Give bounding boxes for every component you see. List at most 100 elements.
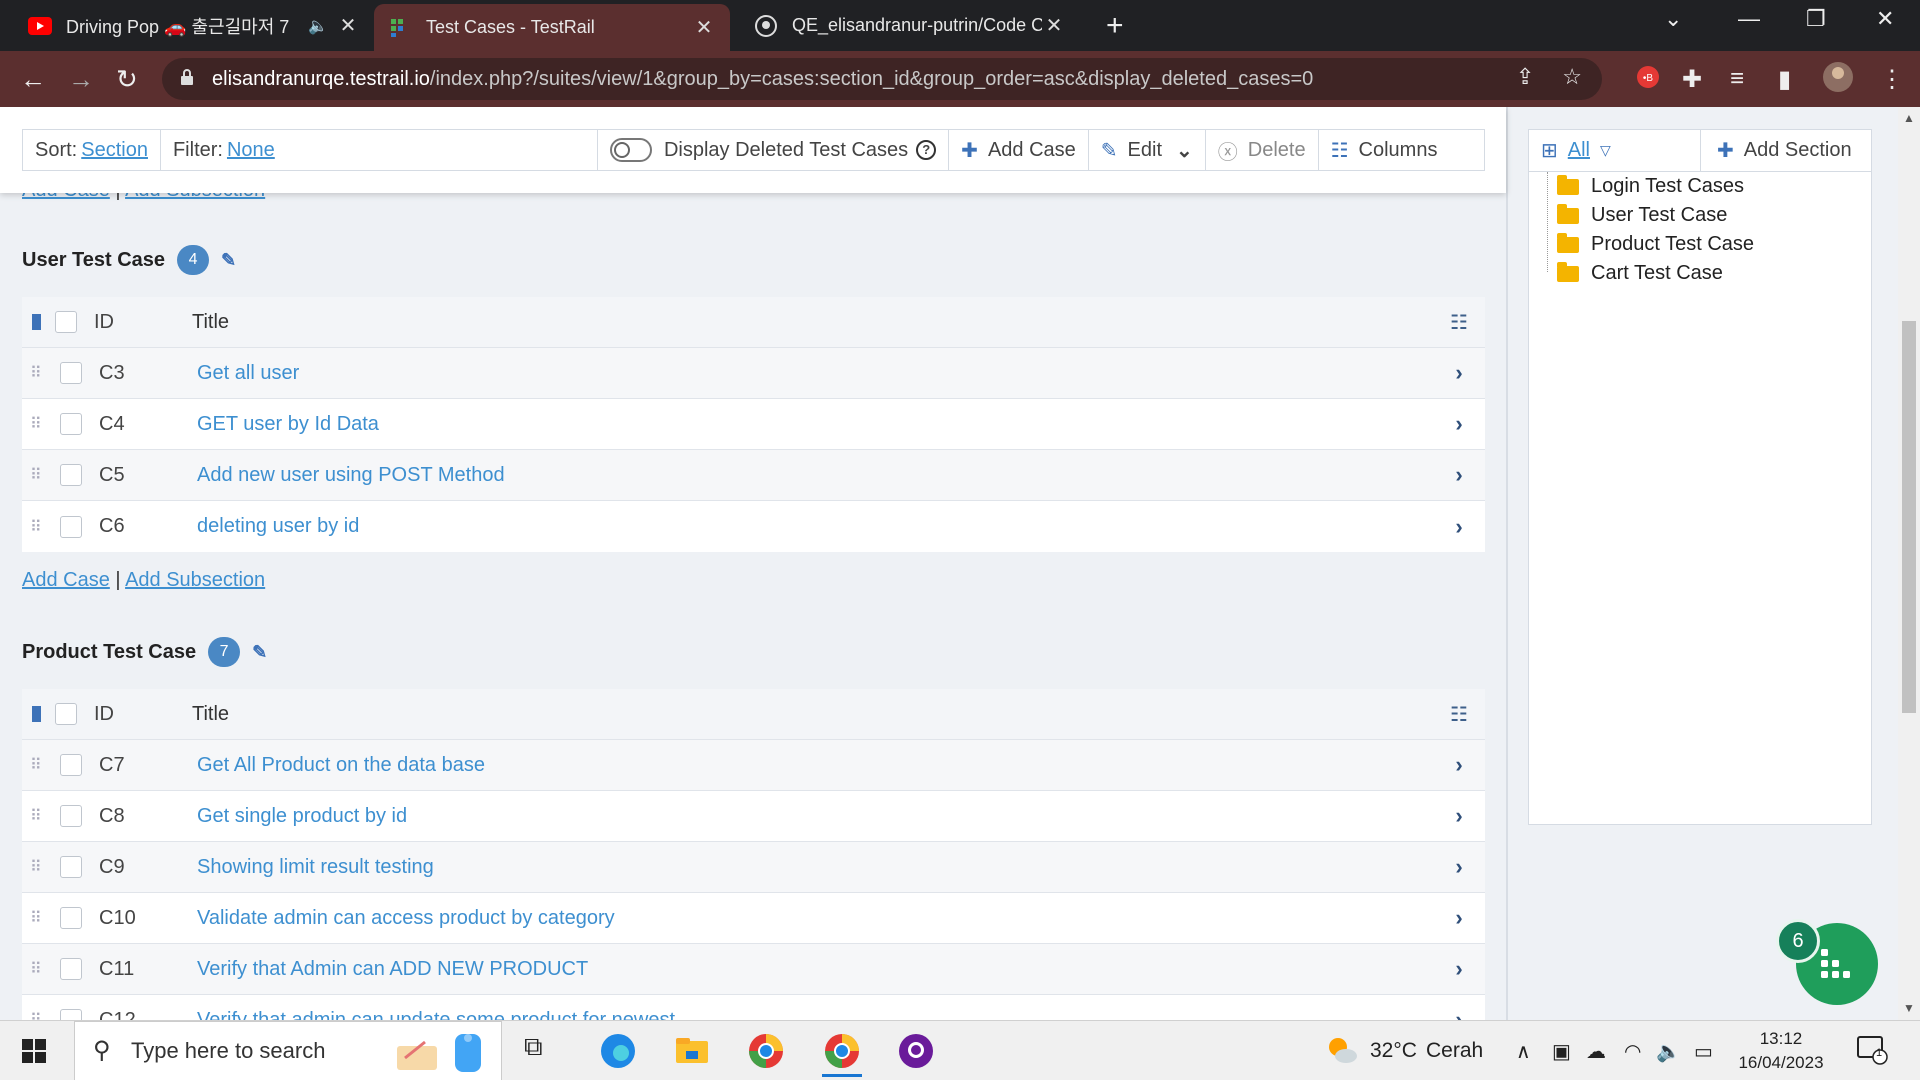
weather-icon[interactable] xyxy=(1326,1035,1358,1071)
drag-handle-icon[interactable]: ⠿ xyxy=(30,517,44,537)
chevron-right-icon[interactable]: › xyxy=(1439,411,1479,437)
chevron-right-icon[interactable]: › xyxy=(1439,462,1479,488)
chevron-right-icon[interactable]: › xyxy=(1439,803,1479,829)
select-all-checkbox[interactable] xyxy=(55,703,77,725)
close-window-icon[interactable]: ✕ xyxy=(1876,6,1894,32)
close-tab-icon[interactable]: ✕ xyxy=(1042,13,1066,38)
chrome-active-icon[interactable] xyxy=(822,1031,862,1077)
case-title-link[interactable]: Get All Product on the data base xyxy=(197,754,1439,777)
drag-handle-icon[interactable]: ⠿ xyxy=(30,414,44,434)
back-icon[interactable]: ← xyxy=(20,64,46,95)
case-title-link[interactable]: Validate admin can access product by cat… xyxy=(197,907,1439,930)
chevron-right-icon[interactable]: › xyxy=(1439,1007,1479,1020)
row-checkbox[interactable] xyxy=(60,805,82,827)
id-column-header[interactable]: ID xyxy=(94,311,192,334)
row-checkbox[interactable] xyxy=(60,362,82,384)
chrome-profile-icon[interactable] xyxy=(746,1031,786,1071)
close-tab-icon[interactable]: ✕ xyxy=(692,15,716,40)
menu-icon[interactable]: ⋮ xyxy=(1880,65,1904,94)
table-row[interactable]: ⠿ C10 Validate admin can access product … xyxy=(22,893,1485,944)
add-subsection-link[interactable]: Add Subsection xyxy=(125,569,265,591)
drag-handle-icon[interactable]: ⠿ xyxy=(30,363,44,383)
system-clock[interactable]: 13:12 16/04/2023 xyxy=(1726,1027,1836,1075)
id-column-header[interactable]: ID xyxy=(94,703,192,726)
table-row[interactable]: ⠿ C4 GET user by Id Data › xyxy=(22,399,1485,450)
row-checkbox[interactable] xyxy=(60,754,82,776)
side-panel-icon[interactable]: ▮ xyxy=(1778,65,1791,94)
table-row[interactable]: ⠿ C3 Get all user › xyxy=(22,348,1485,399)
case-title-link[interactable]: Get all user xyxy=(197,362,1439,385)
onedrive-icon[interactable]: ☁ xyxy=(1586,1039,1606,1064)
volume-icon[interactable]: 🔈 xyxy=(1656,1039,1681,1064)
filter-value-link[interactable]: None xyxy=(227,139,275,162)
columns-button[interactable]: ☷ Columns xyxy=(1319,130,1450,170)
battery-icon[interactable]: ▭ xyxy=(1694,1039,1713,1064)
tab-youtube[interactable]: Driving Pop 🚗 출근길마저 7 🔈 ✕ xyxy=(14,0,374,51)
forward-icon[interactable]: → xyxy=(68,64,94,95)
chevron-right-icon[interactable]: › xyxy=(1439,956,1479,982)
tree-item-product[interactable]: Product Test Case xyxy=(1547,230,1871,259)
case-title-link[interactable]: Get single product by id xyxy=(197,805,1439,828)
restore-icon[interactable]: ❐ xyxy=(1806,6,1826,32)
windows-start-icon[interactable] xyxy=(22,1039,46,1063)
drag-handle-icon[interactable]: ⠿ xyxy=(30,1010,44,1020)
column-settings-icon[interactable]: ☷ xyxy=(1439,310,1479,335)
filter-control[interactable]: Filter: None xyxy=(161,130,598,170)
table-row[interactable]: ⠿ C8 Get single product by id › xyxy=(22,791,1485,842)
row-checkbox[interactable] xyxy=(60,413,82,435)
tray-app-icon[interactable]: ▣ xyxy=(1552,1039,1571,1064)
case-title-link[interactable]: Verify that Admin can ADD NEW PRODUCT xyxy=(197,958,1439,981)
help-icon[interactable]: ? xyxy=(916,140,937,160)
weather-temp[interactable]: 32°C xyxy=(1370,1039,1417,1063)
share-icon[interactable]: ⇪ xyxy=(1516,64,1534,90)
table-row[interactable]: ⠿ C11 Verify that Admin can ADD NEW PROD… xyxy=(22,944,1485,995)
puzzle-icon[interactable]: ✚ xyxy=(1682,65,1702,94)
scroll-down-icon[interactable]: ▼ xyxy=(1903,1001,1915,1015)
all-dropdown[interactable]: ⊞ All ▽ xyxy=(1529,130,1701,171)
wifi-icon[interactable]: ◠ xyxy=(1624,1039,1641,1064)
url-field[interactable]: elisandranurqe.testrail.io/index.php?/su… xyxy=(162,58,1602,100)
weather-text[interactable]: Cerah xyxy=(1426,1039,1483,1063)
row-checkbox[interactable] xyxy=(60,856,82,878)
task-view-icon[interactable]: ⧉ xyxy=(524,1031,564,1071)
chevron-right-icon[interactable]: › xyxy=(1439,854,1479,880)
column-settings-icon[interactable]: ☷ xyxy=(1439,702,1479,727)
page-scrollbar[interactable]: ▲ ▼ xyxy=(1898,107,1920,1020)
drag-handle-icon[interactable]: ⠿ xyxy=(30,959,44,979)
drag-handle-icon[interactable]: ⠿ xyxy=(30,806,44,826)
bookmark-star-icon[interactable]: ☆ xyxy=(1562,64,1582,90)
file-explorer-icon[interactable] xyxy=(672,1031,712,1071)
table-row[interactable]: ⠿ C6 deleting user by id › xyxy=(22,501,1485,552)
table-row[interactable]: ⠿ C12 Verify that admin can update some … xyxy=(22,995,1485,1020)
close-tab-icon[interactable]: ✕ xyxy=(336,13,360,38)
tab-testrail[interactable]: Test Cases - TestRail ✕ xyxy=(374,4,730,51)
scroll-up-icon[interactable]: ▲ xyxy=(1903,111,1915,125)
case-title-link[interactable]: Showing limit result testing xyxy=(197,856,1439,879)
row-checkbox[interactable] xyxy=(60,907,82,929)
case-title-link[interactable]: deleting user by id xyxy=(197,515,1439,538)
title-column-header[interactable]: Title xyxy=(192,311,1439,334)
drag-handle-icon[interactable]: ⠿ xyxy=(30,908,44,928)
show-hidden-icons[interactable]: ∧ xyxy=(1516,1039,1531,1064)
scroll-thumb[interactable] xyxy=(1902,321,1916,713)
chevron-right-icon[interactable]: › xyxy=(1439,360,1479,386)
drag-handle-icon[interactable]: ⠿ xyxy=(30,755,44,775)
select-all-checkbox[interactable] xyxy=(55,311,77,333)
table-row[interactable]: ⠿ C7 Get All Product on the data base › xyxy=(22,740,1485,791)
edit-section-icon[interactable]: ✎ xyxy=(252,642,267,663)
add-section-button[interactable]: ✚ Add Section xyxy=(1701,130,1871,171)
github-desktop-icon[interactable] xyxy=(896,1031,936,1071)
edit-section-icon[interactable]: ✎ xyxy=(221,250,236,271)
row-checkbox[interactable] xyxy=(60,1009,82,1020)
taskbar-search-input[interactable]: ⚲ Type here to search xyxy=(74,1021,502,1080)
display-deleted-toggle[interactable] xyxy=(609,138,652,162)
new-tab-button[interactable]: + xyxy=(1106,9,1124,43)
case-title-link[interactable]: GET user by Id Data xyxy=(197,413,1439,436)
case-title-link[interactable]: Verify that admin can update some produc… xyxy=(197,1009,1439,1021)
media-queue-icon[interactable]: ≡ xyxy=(1730,65,1744,93)
add-case-button[interactable]: ✚ Add Case xyxy=(949,130,1089,170)
tree-item-user[interactable]: User Test Case xyxy=(1547,201,1871,230)
edit-button[interactable]: ✎ Edit ⌄ xyxy=(1089,130,1206,170)
row-checkbox[interactable] xyxy=(60,515,82,538)
row-checkbox[interactable] xyxy=(60,958,82,980)
